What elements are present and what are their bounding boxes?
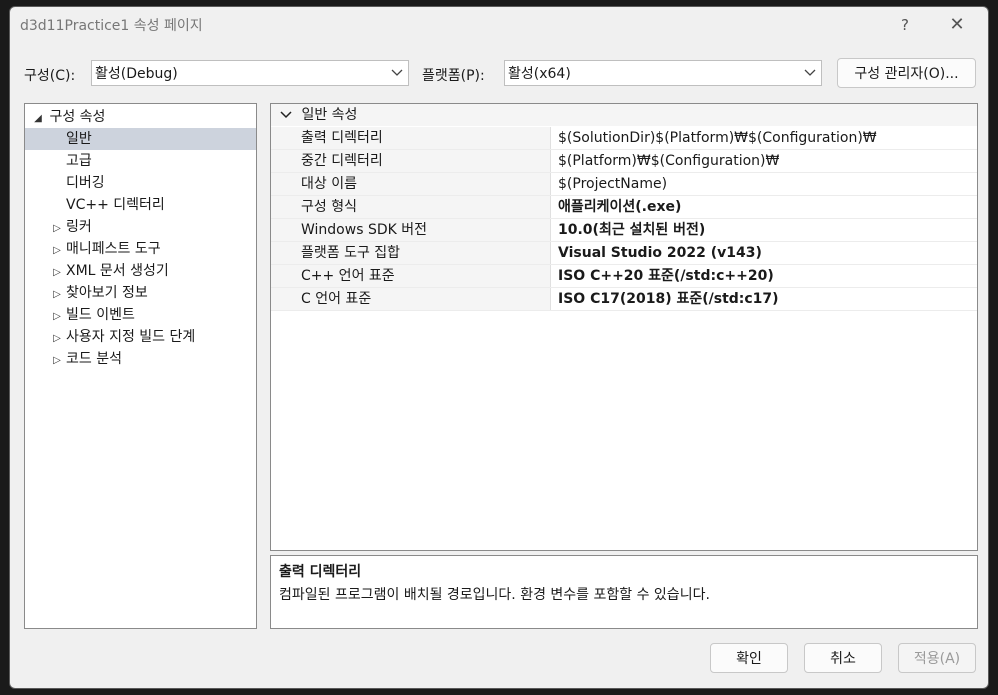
help-icon[interactable]: ? xyxy=(892,13,918,37)
description-panel: 출력 디렉터리 컴파일된 프로그램이 배치될 경로입니다. 환경 변수를 포함할… xyxy=(270,555,978,629)
apply-button[interactable]: 적용(A) xyxy=(898,643,976,673)
cancel-button[interactable]: 취소 xyxy=(804,643,882,673)
property-row[interactable]: 출력 디렉터리 $(SolutionDir)$(Platform)₩$(Confi… xyxy=(271,127,977,150)
tree-item[interactable]: VC++ 디렉터리 xyxy=(25,194,256,216)
property-name: 구성 형식 xyxy=(271,196,551,218)
tree-item[interactable]: ▷ 코드 분석 xyxy=(25,348,256,370)
tree-item[interactable]: 디버깅 xyxy=(25,172,256,194)
configuration-label: 구성(C): xyxy=(24,68,76,84)
tree-item-label: 사용자 지정 빌드 단계 xyxy=(66,329,196,345)
tree-item-label: 고급 xyxy=(66,153,92,169)
property-value[interactable]: $(SolutionDir)$(Platform)₩$(Configuratio… xyxy=(558,127,977,150)
property-row[interactable]: 중간 디렉터리 $(Platform)₩$(Configuration)₩ xyxy=(271,150,977,173)
property-name: 플랫폼 도구 집합 xyxy=(271,242,551,264)
property-row[interactable]: 대상 이름 $(ProjectName) xyxy=(271,173,977,196)
property-name: C++ 언어 표준 xyxy=(271,265,551,287)
property-tree[interactable]: ◢ 구성 속성 일반 고급 디버깅 VC++ 디렉터리 ▷ 링커 ▷ 매니페스트 도구 ▷ XML… xyxy=(24,103,257,629)
tree-root-label: 구성 속성 xyxy=(49,109,106,125)
property-row[interactable]: C 언어 표준 ISO C17(2018) 표준(/std:c17) xyxy=(271,288,977,311)
property-name: 중간 디렉터리 xyxy=(271,150,551,172)
collapsed-triangle-icon[interactable]: ▷ xyxy=(50,218,64,240)
collapsed-triangle-icon[interactable]: ▷ xyxy=(50,240,64,262)
tree-item-label: 매니페스트 도구 xyxy=(66,241,161,257)
tree-item[interactable]: 고급 xyxy=(25,150,256,172)
grid-category-general[interactable]: 일반 속성 xyxy=(271,104,977,126)
tree-item-label: 링커 xyxy=(66,219,92,235)
tree-item[interactable]: 일반 xyxy=(25,128,256,150)
chevron-down-icon xyxy=(386,66,408,80)
property-name: 출력 디렉터리 xyxy=(271,127,551,149)
tree-item-label: 코드 분석 xyxy=(66,351,122,367)
collapsed-triangle-icon[interactable]: ▷ xyxy=(50,350,64,372)
configuration-dropdown[interactable]: 활성(Debug) xyxy=(91,60,409,86)
tree-item[interactable]: ▷ 빌드 이벤트 xyxy=(25,304,256,326)
tree-root-configuration-properties[interactable]: ◢ 구성 속성 xyxy=(25,106,256,128)
tree-item[interactable]: ▷ XML 문서 생성기 xyxy=(25,260,256,282)
tree-item[interactable]: ▷ 매니페스트 도구 xyxy=(25,238,256,260)
collapsed-triangle-icon[interactable]: ▷ xyxy=(50,328,64,350)
property-name: C 언어 표준 xyxy=(271,288,551,310)
property-row[interactable]: 플랫폼 도구 집합 Visual Studio 2022 (v143) xyxy=(271,242,977,265)
platform-value: 활성(x64) xyxy=(508,66,571,82)
property-value[interactable]: $(ProjectName) xyxy=(558,173,977,196)
tree-item-label: 일반 xyxy=(66,131,92,147)
configuration-manager-button[interactable]: 구성 관리자(O)... xyxy=(837,58,976,88)
configuration-value: 활성(Debug) xyxy=(95,66,178,82)
grid-category-label: 일반 속성 xyxy=(301,107,358,123)
property-value[interactable]: Visual Studio 2022 (v143) xyxy=(558,242,977,265)
property-row[interactable]: 구성 형식 애플리케이션(.exe) xyxy=(271,196,977,219)
tree-item[interactable]: ▷ 링커 xyxy=(25,216,256,238)
property-row[interactable]: C++ 언어 표준 ISO C++20 표준(/std:c++20) xyxy=(271,265,977,288)
property-value[interactable]: ISO C++20 표준(/std:c++20) xyxy=(558,265,977,288)
close-icon[interactable]: ✕ xyxy=(944,13,970,37)
collapsed-triangle-icon[interactable]: ▷ xyxy=(50,284,64,306)
chevron-down-icon[interactable] xyxy=(275,105,297,127)
chevron-down-icon xyxy=(799,66,821,80)
property-pages-dialog: d3d11Practice1 속성 페이지 ? ✕ 구성(C): 활성(Debu… xyxy=(9,6,989,689)
description-title: 출력 디렉터리 xyxy=(279,564,362,580)
property-value[interactable]: 10.0(최근 설치된 버전) xyxy=(558,219,977,242)
property-value[interactable]: $(Platform)₩$(Configuration)₩ xyxy=(558,150,977,173)
platform-label: 플랫폼(P): xyxy=(422,68,485,84)
property-grid[interactable]: 일반 속성 출력 디렉터리 $(SolutionDir)$(Platform)₩$… xyxy=(270,103,978,551)
tree-item[interactable]: ▷ 사용자 지정 빌드 단계 xyxy=(25,326,256,348)
platform-dropdown[interactable]: 활성(x64) xyxy=(504,60,822,86)
property-name: 대상 이름 xyxy=(271,173,551,195)
title-bar: d3d11Practice1 속성 페이지 ? ✕ xyxy=(10,7,988,43)
tree-item-label: XML 문서 생성기 xyxy=(66,263,169,279)
tree-item[interactable]: ▷ 찾아보기 정보 xyxy=(25,282,256,304)
tree-item-label: VC++ 디렉터리 xyxy=(66,197,165,213)
property-value[interactable]: 애플리케이션(.exe) xyxy=(558,196,977,219)
property-row[interactable]: Windows SDK 버전 10.0(최근 설치된 버전) xyxy=(271,219,977,242)
tree-item-label: 찾아보기 정보 xyxy=(66,285,148,301)
collapsed-triangle-icon[interactable]: ▷ xyxy=(50,262,64,284)
description-text: 컴파일된 프로그램이 배치될 경로입니다. 환경 변수를 포함할 수 있습니다. xyxy=(279,587,710,603)
expanded-triangle-icon[interactable]: ◢ xyxy=(31,108,45,130)
property-value[interactable]: ISO C17(2018) 표준(/std:c17) xyxy=(558,288,977,311)
property-name: Windows SDK 버전 xyxy=(271,219,551,241)
ok-button[interactable]: 확인 xyxy=(710,643,788,673)
window-title: d3d11Practice1 속성 페이지 xyxy=(20,18,203,34)
collapsed-triangle-icon[interactable]: ▷ xyxy=(50,306,64,328)
tree-item-label: 빌드 이벤트 xyxy=(66,307,135,323)
tree-item-label: 디버깅 xyxy=(66,175,105,191)
